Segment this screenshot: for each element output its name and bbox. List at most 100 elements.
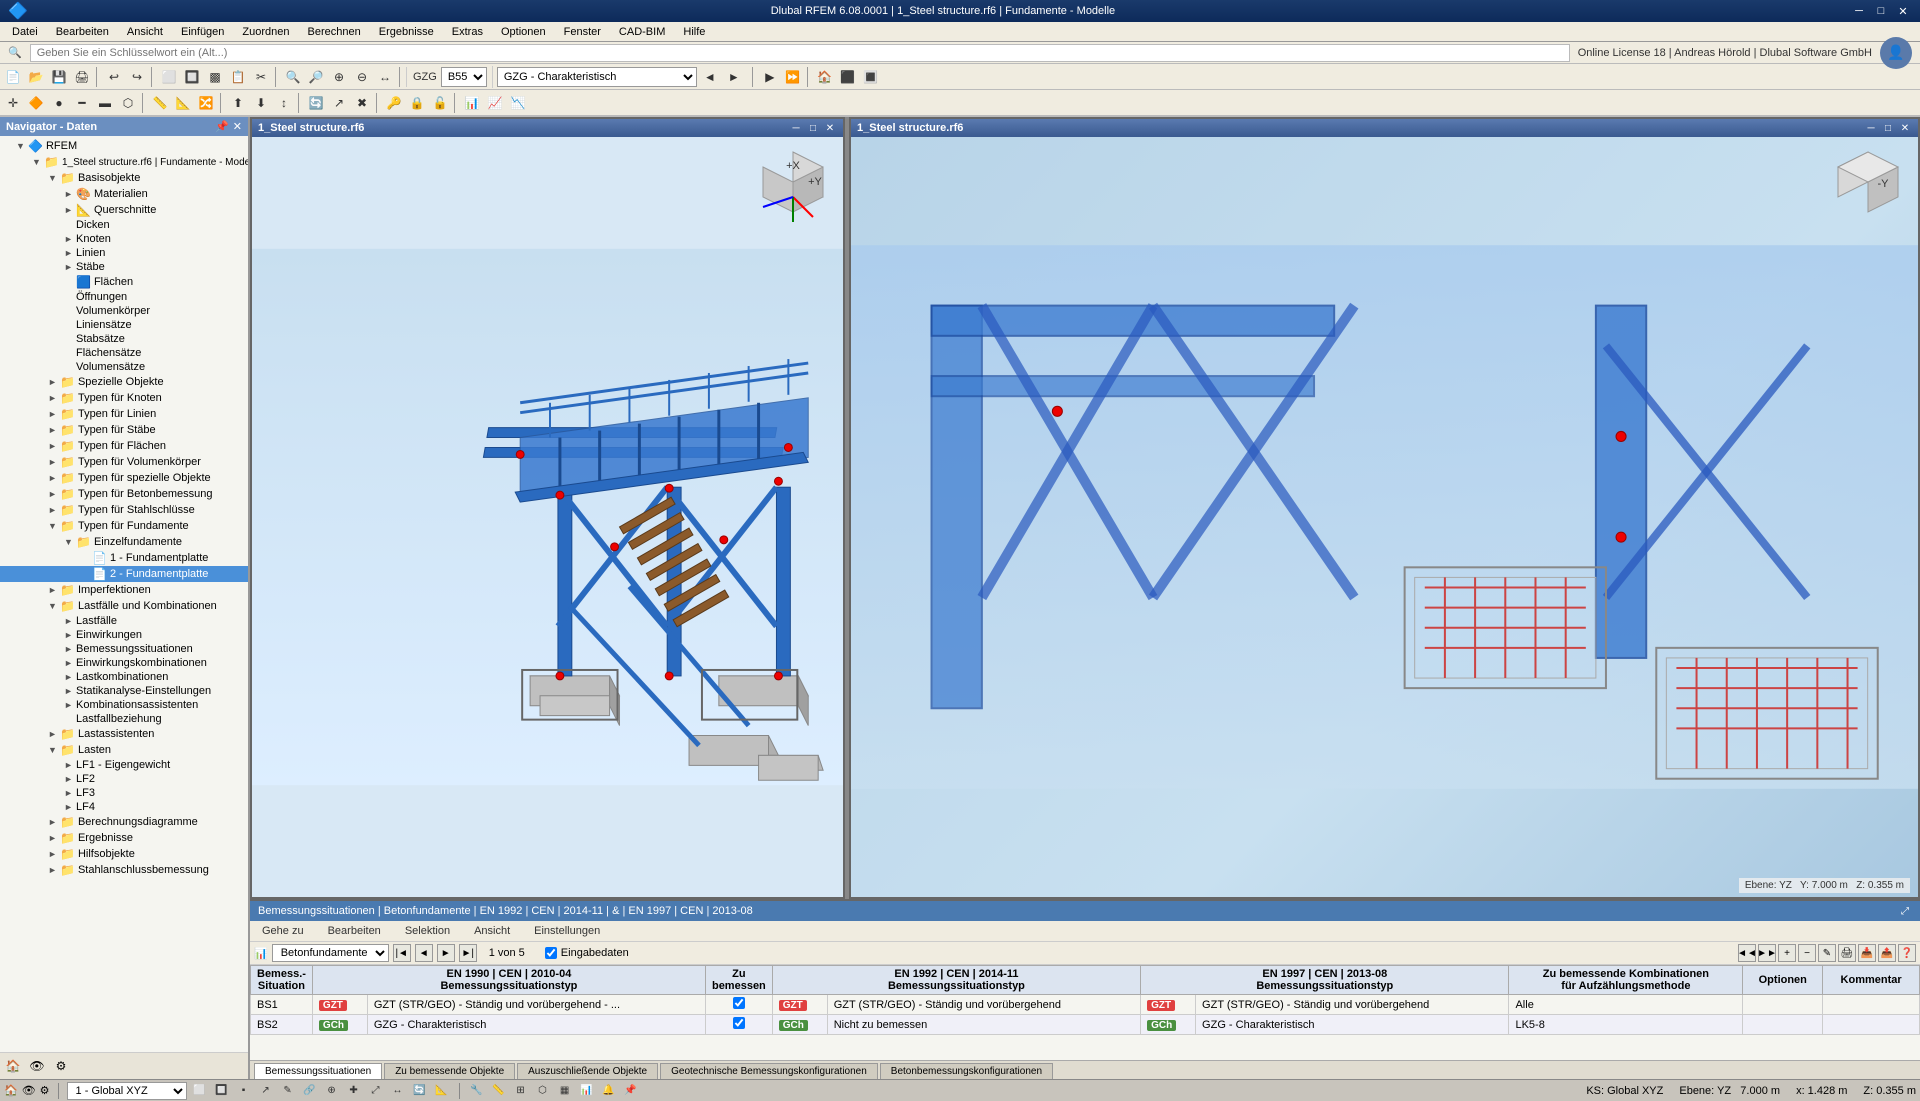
status-tb-5[interactable]: ✎ — [279, 1082, 297, 1100]
model-left-minimize[interactable]: ─ — [789, 121, 803, 135]
dt-btn-5[interactable]: ✎ — [1818, 944, 1836, 962]
status-tb-14[interactable]: 📏 — [490, 1082, 508, 1100]
tab-zu-bemessende[interactable]: Zu bemessende Objekte — [384, 1063, 515, 1079]
tree-typen-linien[interactable]: ► 📁 Typen für Linien — [0, 406, 248, 422]
status-tb-13[interactable]: 🔧 — [468, 1082, 486, 1100]
tb2-btn-12[interactable]: ↕ — [273, 92, 295, 114]
tree-typen-knoten[interactable]: ► 📁 Typen für Knoten — [0, 390, 248, 406]
tree-liniensaetze[interactable]: ► Liniensätze — [0, 318, 248, 332]
tb-btn-6[interactable]: 📋 — [227, 66, 249, 88]
menu-datei[interactable]: Datei — [4, 24, 46, 40]
tree-lf2[interactable]: ► LF2 — [0, 772, 248, 786]
undo-btn[interactable]: ↩ — [103, 66, 125, 88]
tree-stahlanschluss[interactable]: ► 📁 Stahlanschlussbemessung — [0, 862, 248, 878]
tree-berechnungsdiagramme[interactable]: ► 📁 Berechnungsdiagramme — [0, 814, 248, 830]
dt-btn-1[interactable]: ◄◄ — [1738, 944, 1756, 962]
model-right-close[interactable]: ✕ — [1898, 121, 1912, 135]
menu-berechnen[interactable]: Berechnen — [300, 24, 369, 40]
tb2-btn-7[interactable]: 📏 — [149, 92, 171, 114]
tree-project[interactable]: ▼ 📁 1_Steel structure.rf6 | Fundamente -… — [0, 154, 248, 170]
view-btn-2[interactable]: ⬛ — [837, 66, 859, 88]
status-tb-8[interactable]: ✚ — [345, 1082, 363, 1100]
status-tb-11[interactable]: 🔄 — [411, 1082, 429, 1100]
status-tb-3[interactable]: ▪ — [235, 1082, 253, 1100]
tree-typen-flaechen[interactable]: ► 📁 Typen für Flächen — [0, 438, 248, 454]
ks-global-select[interactable]: 1 - Global XYZ — [67, 1082, 187, 1100]
tree-einzelfundamente[interactable]: ▼ 📁 Einzelfundamente — [0, 534, 248, 550]
status-tb-20[interactable]: 📌 — [622, 1082, 640, 1100]
tree-lastfaelle-kombi[interactable]: ▼ 📁 Lastfälle und Kombinationen — [0, 598, 248, 614]
tb-btn-8[interactable]: 🔍 — [282, 66, 304, 88]
tb2-btn-8[interactable]: 📐 — [172, 92, 194, 114]
print-btn[interactable]: 🖨 — [71, 66, 93, 88]
redo-btn[interactable]: ↪ — [126, 66, 148, 88]
tb-btn-10[interactable]: ⊕ — [328, 66, 350, 88]
tree-flaechensaetze[interactable]: ► Flächensätze — [0, 346, 248, 360]
tree-typen-volumenkoerper[interactable]: ► 📁 Typen für Volumenkörper — [0, 454, 248, 470]
tb2-btn-2[interactable]: 🔶 — [25, 92, 47, 114]
tree-lastfallbez[interactable]: ► Lastfallbeziehung — [0, 712, 248, 726]
tb2-btn-10[interactable]: ⬆ — [227, 92, 249, 114]
menu-hilfe[interactable]: Hilfe — [675, 24, 713, 40]
dt-btn-2[interactable]: ►► — [1758, 944, 1776, 962]
model-left-close[interactable]: ✕ — [823, 121, 837, 135]
tree-lf4[interactable]: ► LF4 — [0, 800, 248, 814]
status-tb-1[interactable]: ⬜ — [191, 1082, 209, 1100]
tree-statik[interactable]: ► Statikanalyse-Einstellungen — [0, 684, 248, 698]
keyword-search-input[interactable] — [30, 44, 1570, 62]
eingabedaten-checkbox[interactable] — [545, 947, 557, 959]
td-bs1-check[interactable] — [705, 995, 772, 1015]
tree-kombassist[interactable]: ► Kombinationsassistenten — [0, 698, 248, 712]
tree-flaechen[interactable]: ► 🟦 Flächen — [0, 274, 248, 290]
table-row-bs1[interactable]: BS1 GZT GZT (STR/GEO) - Ständig und vorü… — [251, 995, 1920, 1015]
nav-tree[interactable]: ▼ 🔷 RFEM ▼ 📁 1_Steel structure.rf6 | Fun… — [0, 136, 248, 1052]
status-tb-19[interactable]: 🔔 — [600, 1082, 618, 1100]
view-btn-3[interactable]: 🔳 — [860, 66, 882, 88]
dt-btn-4[interactable]: − — [1798, 944, 1816, 962]
tb2-btn-18[interactable]: 🔓 — [429, 92, 451, 114]
tree-lasten[interactable]: ▼ 📁 Lasten — [0, 742, 248, 758]
nav-home-btn[interactable]: 🏠 — [2, 1055, 24, 1077]
status-tb-18[interactable]: 📊 — [578, 1082, 596, 1100]
tb2-btn-6[interactable]: ⬡ — [117, 92, 139, 114]
tb2-btn-4[interactable]: ━ — [71, 92, 93, 114]
menu-einfuegen[interactable]: Einfügen — [173, 24, 232, 40]
tree-lf3[interactable]: ► LF3 — [0, 786, 248, 800]
tb-btn-5[interactable]: ▩ — [204, 66, 226, 88]
dt-btn-8[interactable]: 📤 — [1878, 944, 1896, 962]
tree-typen-spezielle[interactable]: ► 📁 Typen für spezielle Objekte — [0, 470, 248, 486]
selection-btn[interactable]: Selektion — [397, 923, 458, 939]
tb-btn-3[interactable]: ⬜ — [158, 66, 180, 88]
save-btn[interactable]: 💾 — [48, 66, 70, 88]
tab-bemessungssituationen[interactable]: Bemessungssituationen — [254, 1063, 382, 1079]
tree-basisobjekte[interactable]: ▼ 📁 Basisobjekte — [0, 170, 248, 186]
tb2-btn-9[interactable]: 🔀 — [195, 92, 217, 114]
nav-pin-btn[interactable]: 📌 — [215, 120, 229, 133]
tree-spezielle[interactable]: ► 📁 Spezielle Objekte — [0, 374, 248, 390]
tree-typen-beton[interactable]: ► 📁 Typen für Betonbemessung — [0, 486, 248, 502]
nav-right-btn[interactable]: ► — [723, 66, 745, 88]
tab-auszuschliessende[interactable]: Auszuschließende Objekte — [517, 1063, 658, 1079]
nav-eye-btn[interactable]: 👁 — [26, 1055, 48, 1077]
settings-menu-btn[interactable]: Einstellungen — [526, 923, 608, 939]
tb2-btn-15[interactable]: ✖ — [351, 92, 373, 114]
tree-staebe[interactable]: ► Stäbe — [0, 260, 248, 274]
dt-btn-9[interactable]: ❓ — [1898, 944, 1916, 962]
tb2-btn-3[interactable]: ● — [48, 92, 70, 114]
tree-materialien[interactable]: ► 🎨 Materialien — [0, 186, 248, 202]
tb-btn-9[interactable]: 🔎 — [305, 66, 327, 88]
status-tb-12[interactable]: 📐 — [433, 1082, 451, 1100]
dt-btn-3[interactable]: + — [1778, 944, 1796, 962]
tree-ergebnisse[interactable]: ► 📁 Ergebnisse — [0, 830, 248, 846]
tb2-btn-13[interactable]: 🔄 — [305, 92, 327, 114]
nav-cube-left[interactable]: +X +Y — [753, 147, 833, 227]
tree-einwirkungen[interactable]: ► Einwirkungen — [0, 628, 248, 642]
tree-stabsaetze[interactable]: ► Stabsätze — [0, 332, 248, 346]
tb-btn-12[interactable]: ↔ — [374, 66, 396, 88]
view-btn-1[interactable]: 🏠 — [814, 66, 836, 88]
data-type-select[interactable]: Betonfundamente — [272, 944, 389, 962]
tree-root-rfem[interactable]: ▼ 🔷 RFEM — [0, 138, 248, 154]
tree-lf1[interactable]: ► LF1 - Eigengewicht — [0, 758, 248, 772]
tb2-btn-19[interactable]: 📊 — [461, 92, 483, 114]
data-nav-last[interactable]: ►| — [459, 944, 477, 962]
